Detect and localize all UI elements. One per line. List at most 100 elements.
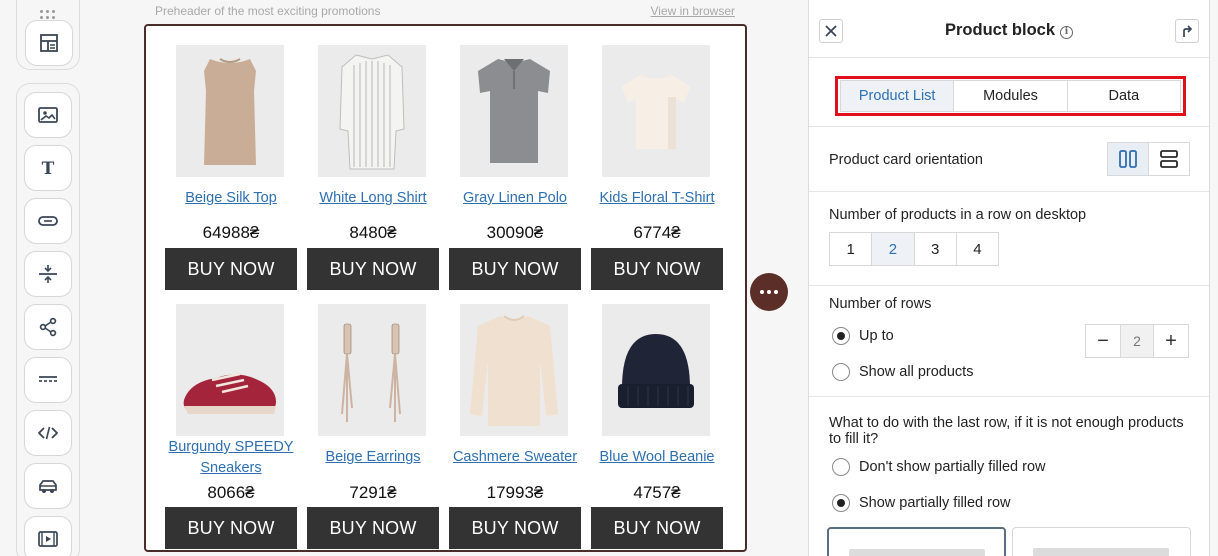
per-row-option-3[interactable]: 3 <box>915 233 957 265</box>
layout-preview-option-2[interactable] <box>1012 527 1191 556</box>
button-icon <box>38 216 58 226</box>
rows-show-all-radio[interactable]: Show all products <box>832 363 973 381</box>
product-price: 64988₴ <box>202 223 260 242</box>
radio-unchecked-icon <box>832 363 850 381</box>
product-card: White Long Shirt 8480₴ BUY NOW <box>307 45 439 291</box>
panel-header: Product block i <box>809 0 1209 58</box>
per-row-option-1[interactable]: 1 <box>830 233 873 265</box>
product-name-link[interactable]: Beige Silk Top <box>159 188 303 209</box>
product-name-link[interactable]: Beige Earrings <box>301 447 445 468</box>
product-image-sneakers[interactable] <box>176 304 284 436</box>
orientation-section: Product card orientation <box>809 127 1209 192</box>
spacer-icon <box>39 265 57 283</box>
product-name-link[interactable]: Gray Linen Polo <box>443 188 587 209</box>
settings-panel: Product block i Product List Modules Data… <box>808 0 1210 556</box>
orientation-label: Product card orientation <box>829 152 983 168</box>
rows-stepper: − 2 + <box>1085 324 1189 358</box>
orientation-toggle <box>1107 142 1190 176</box>
text-icon: T <box>42 159 55 179</box>
product-image-beige-top[interactable] <box>176 45 284 177</box>
product-price: 7291₴ <box>349 483 397 502</box>
columns-icon <box>1119 150 1137 168</box>
product-name-link[interactable]: Cashmere Sweater <box>443 447 587 468</box>
panel-title: Product block i <box>809 21 1209 40</box>
buy-now-button[interactable]: BUY NOW <box>165 248 297 290</box>
buy-now-button[interactable]: BUY NOW <box>165 507 297 549</box>
more-options-button[interactable] <box>750 273 788 311</box>
info-icon[interactable]: i <box>1060 26 1073 39</box>
product-card: Blue Wool Beanie 4757₴ BUY NOW <box>591 304 723 550</box>
view-in-browser-link[interactable]: View in browser <box>651 4 735 18</box>
divider-icon <box>39 376 57 382</box>
toolbar-blocks: T <box>16 83 80 556</box>
product-name-link[interactable]: Burgundy SPEEDY Sneakers <box>159 437 303 479</box>
product-card: Gray Linen Polo 30090₴ BUY NOW <box>449 45 581 291</box>
product-image-white-shirt[interactable] <box>318 45 426 177</box>
social-block-button[interactable] <box>24 304 72 350</box>
panel-title-text: Product block <box>944 21 1055 39</box>
per-row-section: Number of products in a row on desktop 1… <box>809 192 1209 286</box>
hide-partial-row-radio[interactable]: Don't show partially filled row <box>832 458 1046 476</box>
video-block-button[interactable] <box>24 516 72 556</box>
orientation-vertical-button[interactable] <box>1108 143 1149 175</box>
show-partial-row-radio[interactable]: Show partially filled row <box>832 494 1011 512</box>
buy-now-button[interactable]: BUY NOW <box>307 248 439 290</box>
buy-now-button[interactable]: BUY NOW <box>591 248 723 290</box>
rows-up-to-radio[interactable]: Up to <box>832 327 894 345</box>
per-row-selector: 1 2 3 4 <box>829 232 999 266</box>
radio-checked-icon <box>832 327 850 345</box>
rows-label: Number of rows <box>829 296 932 312</box>
product-image-earrings[interactable] <box>318 304 426 436</box>
svg-text:T: T <box>42 159 55 179</box>
html-block-button[interactable] <box>24 410 72 456</box>
collapse-panel-button[interactable] <box>1175 19 1199 43</box>
show-partial-row-label: Show partially filled row <box>859 495 1011 511</box>
product-price: 30090₴ <box>486 223 544 242</box>
drag-handle-icon[interactable] <box>40 10 56 20</box>
layout-preview-option-1[interactable] <box>827 527 1006 556</box>
buy-now-button[interactable]: BUY NOW <box>449 248 581 290</box>
tab-modules[interactable]: Modules <box>954 81 1068 111</box>
buy-now-button[interactable]: BUY NOW <box>591 507 723 549</box>
product-image-kids-tshirt[interactable] <box>602 45 710 177</box>
product-image-gray-polo[interactable] <box>460 45 568 177</box>
product-block-canvas[interactable]: Beige Silk Top 64988₴ BUY NOW White Long… <box>144 24 747 552</box>
product-name-link[interactable]: White Long Shirt <box>301 188 445 209</box>
decrement-button[interactable]: − <box>1086 325 1120 357</box>
product-image-sweater[interactable] <box>460 304 568 436</box>
last-row-label: What to do with the last row, if it is n… <box>829 415 1184 447</box>
html-code-icon <box>37 426 59 440</box>
product-image-beanie[interactable] <box>602 304 710 436</box>
product-block-button[interactable] <box>24 463 72 509</box>
orientation-horizontal-button[interactable] <box>1149 143 1189 175</box>
hide-partial-row-label: Don't show partially filled row <box>859 459 1046 475</box>
per-row-option-4[interactable]: 4 <box>957 233 998 265</box>
rows-value[interactable]: 2 <box>1120 325 1154 357</box>
text-block-button[interactable]: T <box>24 145 72 191</box>
product-name-link[interactable]: Blue Wool Beanie <box>585 447 729 468</box>
tabs-section: Product List Modules Data <box>809 58 1209 127</box>
tab-data[interactable]: Data <box>1068 81 1180 111</box>
per-row-option-2[interactable]: 2 <box>872 233 915 265</box>
product-price: 4757₴ <box>633 483 681 502</box>
panel-tabs: Product List Modules Data <box>840 80 1181 112</box>
buy-now-button[interactable]: BUY NOW <box>449 507 581 549</box>
image-icon <box>38 107 58 123</box>
product-icon <box>39 480 57 493</box>
preheader-text: Preheader of the most exciting promotion… <box>155 4 381 18</box>
spacer-block-button[interactable] <box>24 251 72 297</box>
radio-unchecked-icon <box>832 458 850 476</box>
layout-template-button[interactable] <box>25 20 73 66</box>
increment-button[interactable]: + <box>1154 325 1188 357</box>
tab-product-list[interactable]: Product List <box>841 81 955 111</box>
image-block-button[interactable] <box>24 92 72 138</box>
product-name-link[interactable]: Kids Floral T-Shirt <box>585 188 729 209</box>
product-price: 17993₴ <box>486 483 544 502</box>
product-card: Burgundy SPEEDY Sneakers 8066₴ BUY NOW <box>165 304 297 550</box>
buy-now-button[interactable]: BUY NOW <box>307 507 439 549</box>
button-block-button[interactable] <box>24 198 72 244</box>
social-share-icon <box>39 317 57 337</box>
divider-block-button[interactable] <box>24 357 72 403</box>
product-price: 8066₴ <box>207 483 255 502</box>
rows-up-to-label: Up to <box>859 328 894 344</box>
